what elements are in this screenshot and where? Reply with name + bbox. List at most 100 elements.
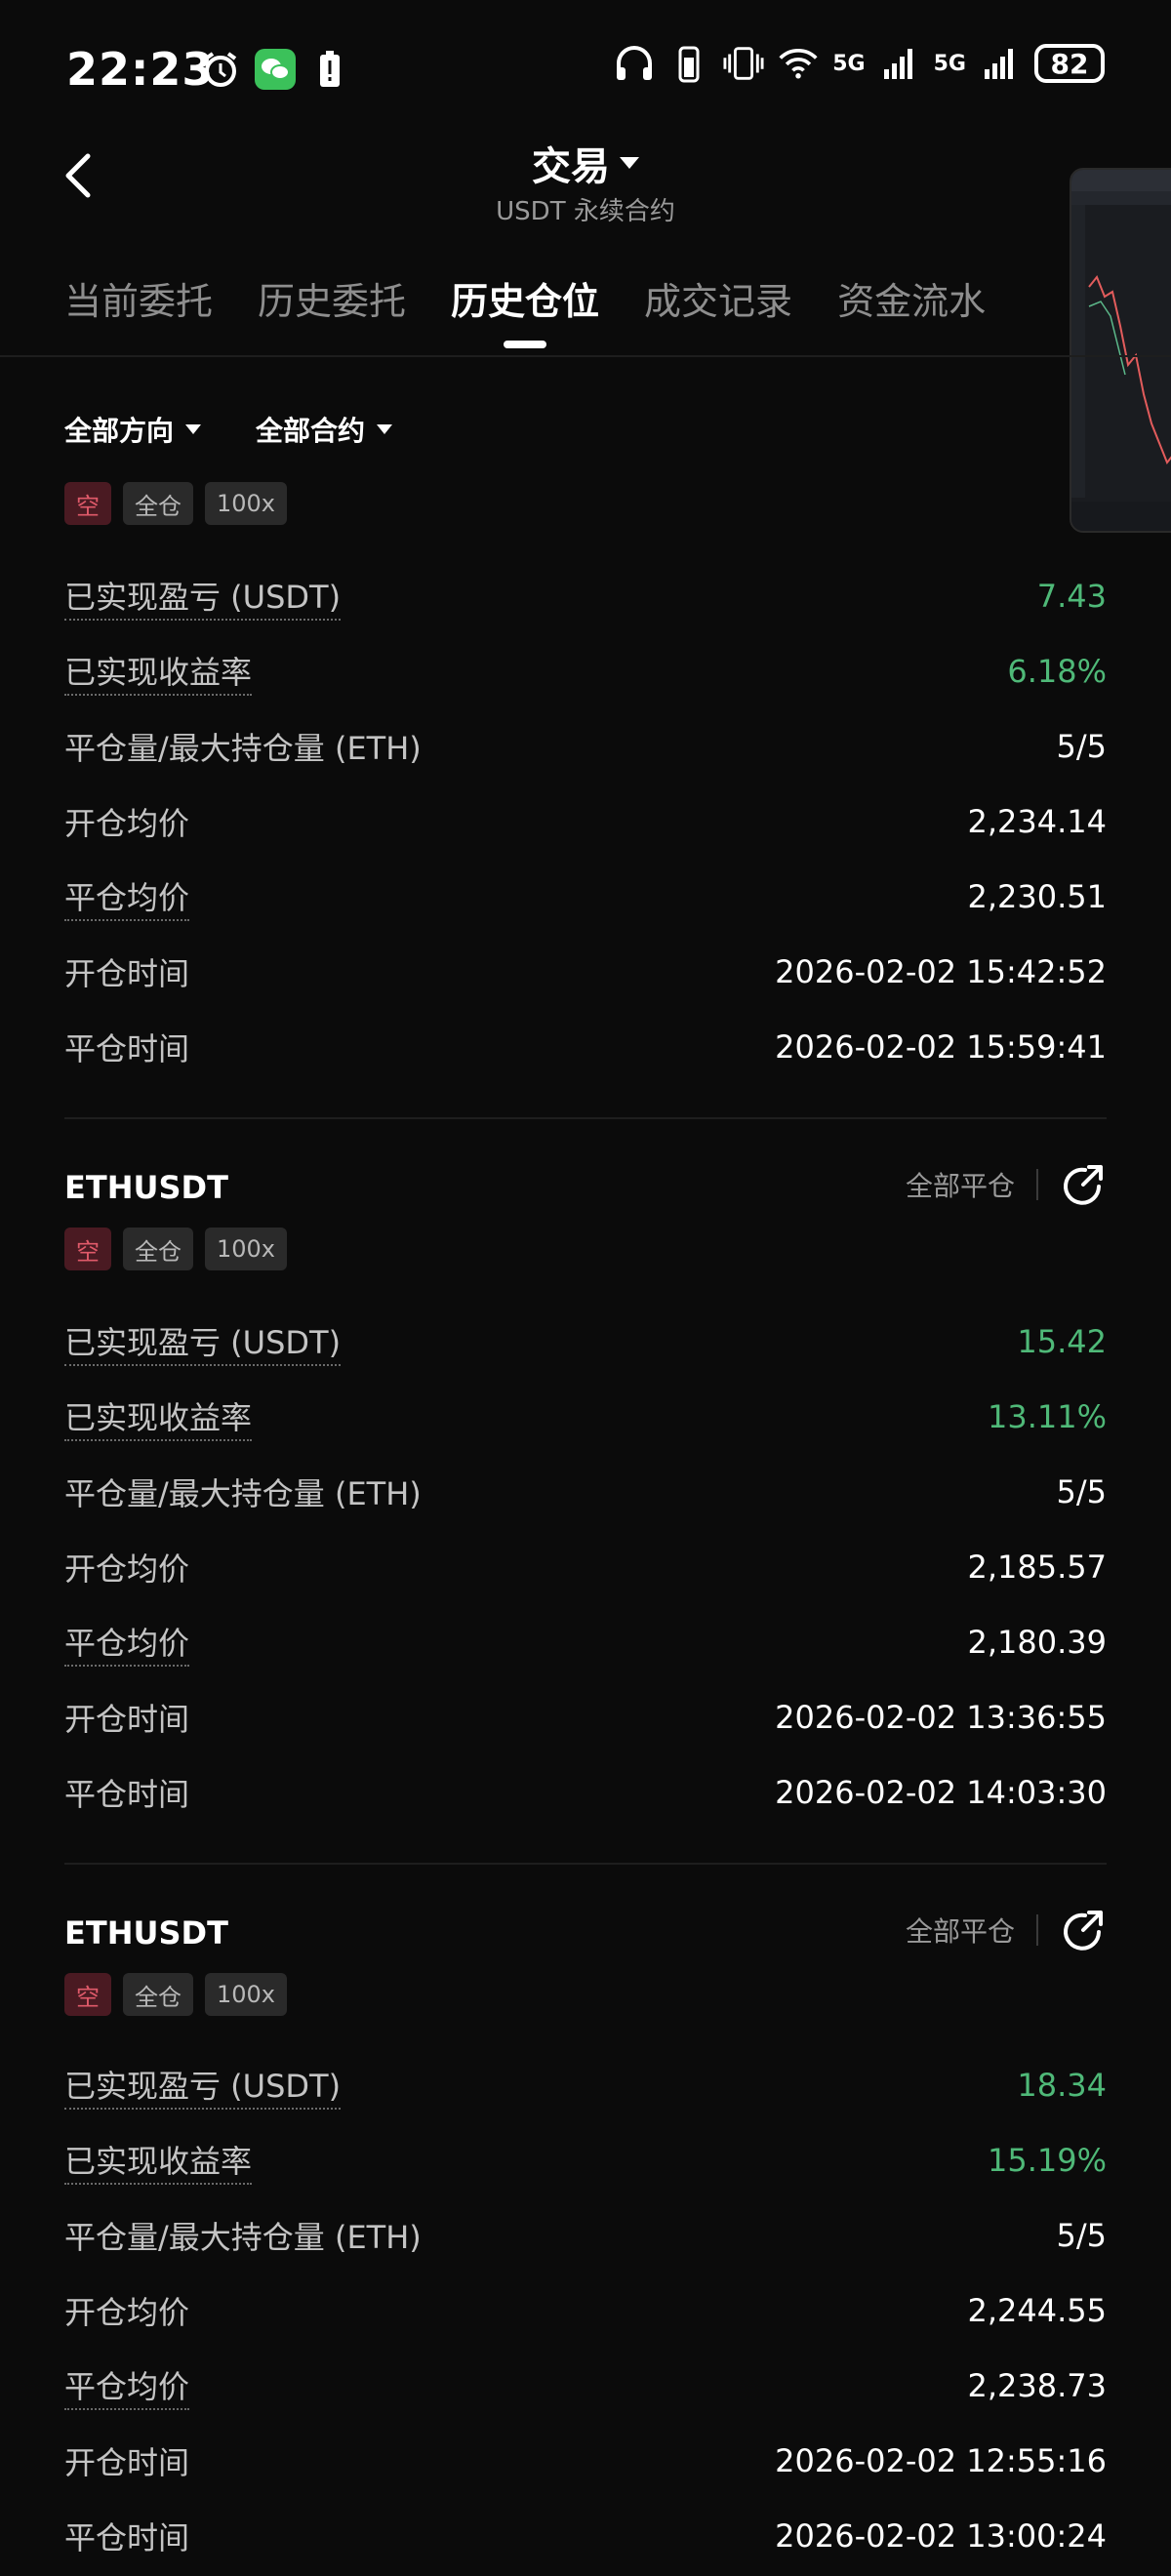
close-price-value: 2,180.39 — [967, 1624, 1108, 1661]
detail-row: 已实现收益率 13.11% — [64, 1392, 1107, 1441]
detail-row: 平仓均价 2,238.73 — [64, 2361, 1107, 2410]
detail-row: 平仓均价 2,180.39 — [64, 1618, 1107, 1667]
detail-row: 平仓时间 2026-02-02 15:59:41 — [64, 1023, 1107, 1071]
network-label-2: 5G — [933, 51, 966, 76]
divider — [1036, 1169, 1038, 1200]
tab-trade-records[interactable]: 成交记录 — [644, 271, 792, 325]
headphones-icon — [614, 43, 655, 84]
tab-current-orders[interactable]: 当前委托 — [64, 271, 213, 325]
symbol-name: ETHUSDT — [64, 1169, 228, 1206]
close-time-label: 平仓时间 — [64, 2519, 190, 2556]
open-time-value: 2026-02-02 13:36:55 — [775, 1699, 1107, 1736]
share-icon — [1064, 1165, 1103, 1205]
open-time-label: 开仓时间 — [64, 1701, 190, 1738]
realized-roi-label[interactable]: 已实现收益率 — [64, 648, 253, 696]
close-price-label[interactable]: 平仓均价 — [64, 873, 190, 921]
active-tab-indicator — [504, 341, 547, 348]
close-price-label[interactable]: 平仓均价 — [64, 1619, 190, 1667]
detail-row: 已实现盈亏 (USDT) 18.34 — [64, 2061, 1107, 2110]
open-time-label: 开仓时间 — [64, 2444, 190, 2481]
caret-down-icon — [620, 157, 639, 169]
tab-fund-flow[interactable]: 资金流水 — [837, 271, 986, 325]
close-all-button[interactable]: 全部平仓 — [906, 1165, 1015, 1204]
status-time: 22:23 — [66, 43, 215, 96]
realized-pnl-label[interactable]: 已实现盈亏 (USDT) — [64, 2062, 342, 2110]
margin-mode-tag: 全仓 — [123, 1973, 193, 2016]
detail-row: 已实现收益率 15.19% — [64, 2136, 1107, 2185]
alarm-icon — [200, 49, 241, 90]
detail-row: 平仓量/最大持仓量 (ETH) 5/5 — [64, 1468, 1107, 1516]
detail-row: 平仓均价 2,230.51 — [64, 872, 1107, 921]
watch-battery-icon — [668, 43, 709, 84]
detail-row: 开仓时间 2026-02-02 12:55:16 — [64, 2436, 1107, 2485]
network-label-1: 5G — [832, 51, 866, 76]
share-icon — [1064, 1911, 1103, 1951]
side-tag: 空 — [64, 1228, 111, 1270]
tab-bar: 当前委托 历史委托 历史仓位 成交记录 资金流水 — [64, 271, 986, 348]
page-title: 交易 — [532, 144, 610, 189]
share-button[interactable] — [1060, 1907, 1107, 1953]
battery-alert-icon — [309, 49, 350, 90]
detail-row: 平仓时间 2026-02-02 14:03:30 — [64, 1768, 1107, 1817]
close-qty-value: 5/5 — [1056, 1473, 1108, 1510]
close-time-label: 平仓时间 — [64, 1030, 190, 1067]
tab-order-history[interactable]: 历史委托 — [258, 271, 406, 325]
detail-row: 开仓时间 2026-02-02 15:42:52 — [64, 947, 1107, 996]
close-price-value: 2,238.73 — [967, 2367, 1108, 2404]
leverage-tag: 100x — [205, 1228, 288, 1270]
vibrate-icon — [723, 43, 764, 84]
close-all-button[interactable]: 全部平仓 — [906, 1911, 1015, 1950]
contract-filter[interactable]: 全部合约 — [256, 410, 393, 449]
realized-pnl-value: 7.43 — [1036, 578, 1107, 615]
leverage-tag: 100x — [205, 482, 288, 525]
detail-row: 开仓均价 2,234.14 — [64, 797, 1107, 846]
realized-pnl-value: 18.34 — [1017, 2067, 1107, 2104]
signal-icon — [879, 43, 920, 84]
close-price-value: 2,230.51 — [967, 878, 1108, 915]
caret-down-icon — [185, 424, 202, 434]
close-time-value: 2026-02-02 14:03:30 — [775, 1774, 1107, 1811]
caret-down-icon — [377, 424, 393, 434]
detail-row: 平仓时间 2026-02-02 13:00:24 — [64, 2512, 1107, 2560]
close-price-label[interactable]: 平仓均价 — [64, 2362, 190, 2410]
close-qty-label: 平仓量/最大持仓量 (ETH) — [64, 730, 422, 767]
floating-chart-thumbnail[interactable] — [1070, 168, 1171, 533]
realized-roi-value: 13.11% — [987, 1398, 1107, 1435]
open-time-value: 2026-02-02 15:42:52 — [775, 953, 1107, 990]
leverage-tag: 100x — [205, 1973, 288, 2016]
realized-pnl-value: 15.42 — [1017, 1323, 1107, 1360]
side-tag: 空 — [64, 482, 111, 525]
realized-pnl-label[interactable]: 已实现盈亏 (USDT) — [64, 1318, 342, 1366]
divider — [1036, 1914, 1038, 1946]
open-price-label: 开仓均价 — [64, 805, 190, 842]
detail-row: 开仓均价 2,244.55 — [64, 2286, 1107, 2335]
detail-row: 开仓时间 2026-02-02 13:36:55 — [64, 1693, 1107, 1742]
close-qty-label: 平仓量/最大持仓量 (ETH) — [64, 1475, 422, 1512]
tab-position-history[interactable]: 历史仓位 — [451, 271, 599, 348]
detail-row: 平仓量/最大持仓量 (ETH) 5/5 — [64, 2211, 1107, 2260]
page-header[interactable]: 交易 — [0, 135, 1171, 191]
realized-roi-value: 6.18% — [1007, 653, 1107, 690]
symbol-name: ETHUSDT — [64, 1914, 228, 1952]
close-time-label: 平仓时间 — [64, 1776, 190, 1813]
side-tag: 空 — [64, 1973, 111, 2016]
realized-roi-label[interactable]: 已实现收益率 — [64, 2137, 253, 2185]
open-price-value: 2,234.14 — [967, 803, 1108, 840]
close-time-value: 2026-02-02 13:00:24 — [775, 2517, 1107, 2555]
realized-pnl-label[interactable]: 已实现盈亏 (USDT) — [64, 573, 342, 621]
realized-roi-value: 15.19% — [987, 2142, 1107, 2179]
share-button[interactable] — [1060, 1161, 1107, 1208]
detail-row: 已实现盈亏 (USDT) 7.43 — [64, 572, 1107, 621]
detail-row: 开仓均价 2,185.57 — [64, 1543, 1107, 1591]
realized-roi-label[interactable]: 已实现收益率 — [64, 1393, 253, 1441]
signal-icon — [980, 43, 1021, 84]
divider — [64, 1117, 1107, 1119]
direction-filter[interactable]: 全部方向 — [64, 410, 202, 449]
close-qty-label: 平仓量/最大持仓量 (ETH) — [64, 2219, 422, 2256]
wechat-icon — [255, 49, 296, 90]
detail-row: 平仓量/最大持仓量 (ETH) 5/5 — [64, 722, 1107, 771]
page-subtitle: USDT 永续合约 — [496, 197, 675, 226]
status-bar: 22:23 5G 5G 82 — [0, 0, 1171, 137]
open-price-label: 开仓均价 — [64, 1550, 190, 1588]
margin-mode-tag: 全仓 — [123, 482, 193, 525]
